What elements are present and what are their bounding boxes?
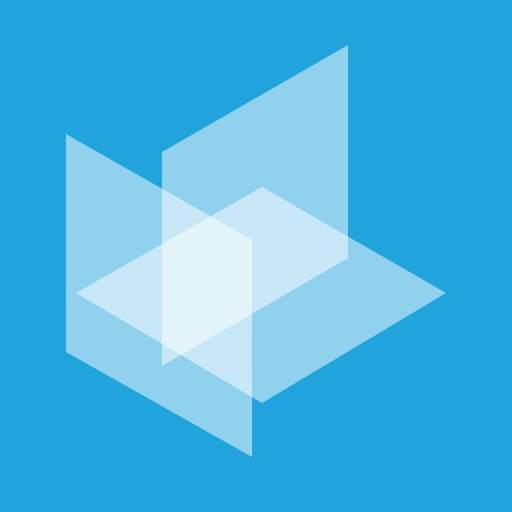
app-icon <box>0 0 512 512</box>
translucent-planes-logo-icon <box>0 0 512 512</box>
